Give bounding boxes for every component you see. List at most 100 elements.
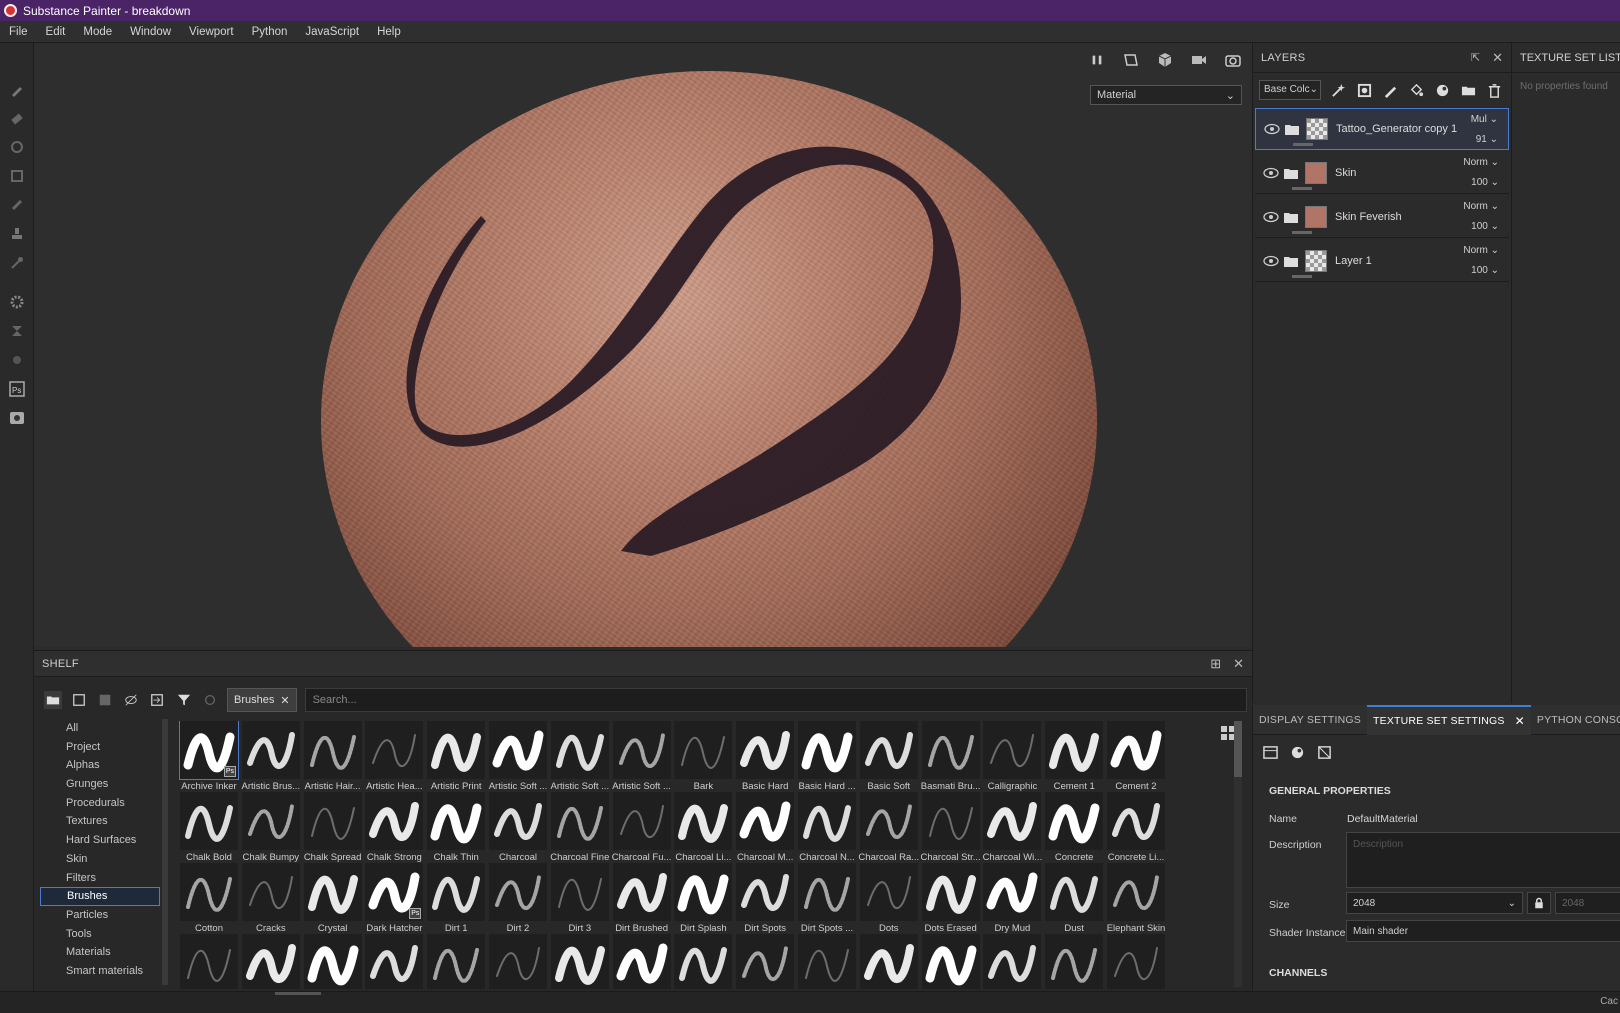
- brush-item[interactable]: Crystal: [302, 863, 364, 935]
- brush-item[interactable]: Charcoal Fu...: [611, 792, 673, 864]
- brush-item[interactable]: [1043, 934, 1105, 989]
- camera-export-icon[interactable]: [6, 407, 28, 429]
- brush-item[interactable]: Basic Soft: [858, 721, 920, 793]
- paint-brush-tool-icon[interactable]: [6, 79, 28, 101]
- visibility-eye-icon[interactable]: [1263, 166, 1279, 180]
- shelf-category-alphas[interactable]: Alphas: [40, 756, 160, 775]
- brush-item[interactable]: Dust: [1043, 863, 1105, 935]
- brush-item[interactable]: Chalk Spread: [302, 792, 364, 864]
- visibility-eye-icon[interactable]: [1264, 122, 1280, 136]
- brush-item[interactable]: [858, 934, 920, 989]
- brush-item[interactable]: [611, 934, 673, 989]
- layer-row[interactable]: Layer 1 Norm ⌄ 100 ⌄: [1255, 240, 1509, 282]
- bake-icon[interactable]: [6, 320, 28, 342]
- 3d-viewport[interactable]: Material ⌄: [34, 43, 1252, 647]
- blend-mode-select[interactable]: Norm ⌄: [1463, 201, 1499, 212]
- brush-grid-scrollbar[interactable]: [1234, 721, 1242, 987]
- category-scrollbar[interactable]: [162, 719, 168, 985]
- brush-item[interactable]: Charcoal: [487, 792, 549, 864]
- shelf-category-materials[interactable]: Materials: [40, 943, 160, 962]
- menu-item-edit[interactable]: Edit: [37, 21, 75, 43]
- brush-item[interactable]: Artistic Soft ...: [611, 721, 673, 793]
- new-shelf-icon[interactable]: [70, 691, 88, 709]
- shelf-category-particles[interactable]: Particles: [40, 906, 160, 925]
- close-icon[interactable]: ✕: [1515, 714, 1525, 728]
- brush-item[interactable]: Chalk Strong: [363, 792, 425, 864]
- shelf-category-all[interactable]: All: [40, 719, 160, 738]
- shelf-search-input[interactable]: Search...: [304, 688, 1247, 712]
- brush-item[interactable]: [796, 934, 858, 989]
- brush-item[interactable]: Concrete: [1043, 792, 1105, 864]
- brush-item[interactable]: Ps Archive Inker: [178, 721, 240, 793]
- add-folder-icon[interactable]: [1459, 81, 1477, 99]
- opacity-field[interactable]: 91 ⌄: [1476, 134, 1498, 145]
- lock-icon[interactable]: [1527, 892, 1551, 914]
- menu-item-mode[interactable]: Mode: [74, 21, 121, 43]
- brush-item[interactable]: Artistic Print: [425, 721, 487, 793]
- shelf-category-hard-surfaces[interactable]: Hard Surfaces: [40, 831, 160, 850]
- opacity-field[interactable]: 100 ⌄: [1471, 265, 1499, 276]
- brush-item[interactable]: Charcoal N...: [796, 792, 858, 864]
- brush-item[interactable]: Dirt Brushed: [611, 863, 673, 935]
- screenshot-icon[interactable]: [1222, 49, 1244, 71]
- size-value-height[interactable]: 2048: [1555, 892, 1620, 914]
- shelf-category-grunges[interactable]: Grunges: [40, 775, 160, 794]
- view-2d-icon[interactable]: [1120, 49, 1142, 71]
- brush-item[interactable]: [981, 934, 1043, 989]
- shelf-category-filters[interactable]: Filters: [40, 869, 160, 888]
- tab-texture-set-settings[interactable]: TEXTURE SET SETTINGS ✕: [1367, 704, 1531, 735]
- clone-stamp-tool-icon[interactable]: [6, 223, 28, 245]
- brush-item[interactable]: Dry Mud: [981, 863, 1043, 935]
- size-select[interactable]: 2048 ⌄: [1346, 892, 1523, 914]
- add-smart-material-icon[interactable]: [1433, 81, 1451, 99]
- brush-item[interactable]: Ps Dark Hatcher: [363, 863, 425, 935]
- photoshop-export-icon[interactable]: Ps: [6, 378, 28, 400]
- brush-item[interactable]: Dots: [858, 863, 920, 935]
- description-field[interactable]: Description: [1346, 832, 1620, 888]
- brush-item[interactable]: Cement 2: [1105, 721, 1167, 793]
- brush-item[interactable]: Artistic Hair...: [302, 721, 364, 793]
- smudge-tool-icon[interactable]: [6, 194, 28, 216]
- layer-row[interactable]: Skin Feverish Norm ⌄ 100 ⌄: [1255, 196, 1509, 238]
- folder-icon[interactable]: [44, 691, 62, 709]
- brush-item[interactable]: [363, 934, 425, 989]
- brush-item[interactable]: Elephant Skin: [1105, 863, 1167, 935]
- tab-display-settings[interactable]: DISPLAY SETTINGS: [1253, 705, 1367, 735]
- add-fill-layer-icon[interactable]: [1407, 81, 1425, 99]
- skin-sphere-mesh[interactable]: [321, 71, 1097, 647]
- shader-instance-field[interactable]: Main shader: [1346, 920, 1620, 942]
- opacity-field[interactable]: 100 ⌄: [1471, 221, 1499, 232]
- brush-item[interactable]: [302, 934, 364, 989]
- color-picker-tool-icon[interactable]: [6, 252, 28, 274]
- brush-item[interactable]: Chalk Bumpy: [240, 792, 302, 864]
- brush-item[interactable]: Dirt 1: [425, 863, 487, 935]
- brush-item[interactable]: Basic Hard: [734, 721, 796, 793]
- opacity-field[interactable]: 100 ⌄: [1471, 177, 1499, 188]
- menu-item-javascript[interactable]: JavaScript: [296, 21, 368, 43]
- channel-select[interactable]: Base Colc ⌄: [1259, 80, 1321, 100]
- layer-row[interactable]: Tattoo_Generator copy 1 Mul ⌄ 91 ⌄: [1255, 108, 1509, 150]
- plugin-icon[interactable]: [6, 349, 28, 371]
- brush-item[interactable]: [672, 934, 734, 989]
- shelf-category-tools[interactable]: Tools: [40, 925, 160, 944]
- brush-item[interactable]: [178, 934, 240, 989]
- delete-layer-icon[interactable]: [1485, 81, 1503, 99]
- brush-item[interactable]: [920, 934, 982, 989]
- blend-mode-select[interactable]: Mul ⌄: [1471, 114, 1498, 125]
- filter-icon[interactable]: [175, 691, 193, 709]
- visibility-eye-icon[interactable]: [1263, 254, 1279, 268]
- brush-item[interactable]: Basmati Bru...: [920, 721, 982, 793]
- shelf-category-textures[interactable]: Textures: [40, 812, 160, 831]
- name-value[interactable]: DefaultMaterial: [1347, 813, 1418, 825]
- brush-item[interactable]: [734, 934, 796, 989]
- brush-item[interactable]: Charcoal Str...: [920, 792, 982, 864]
- brush-item[interactable]: [487, 934, 549, 989]
- shelf-category-procedurals[interactable]: Procedurals: [40, 794, 160, 813]
- brush-item[interactable]: Dirt 2: [487, 863, 549, 935]
- brush-item[interactable]: [240, 934, 302, 989]
- brush-item[interactable]: Charcoal Ra...: [858, 792, 920, 864]
- viewport-mode-select[interactable]: Material ⌄: [1090, 85, 1242, 105]
- eraser-tool-icon[interactable]: [6, 107, 28, 129]
- brush-item[interactable]: Artistic Hea...: [363, 721, 425, 793]
- brush-item[interactable]: Dirt 3: [549, 863, 611, 935]
